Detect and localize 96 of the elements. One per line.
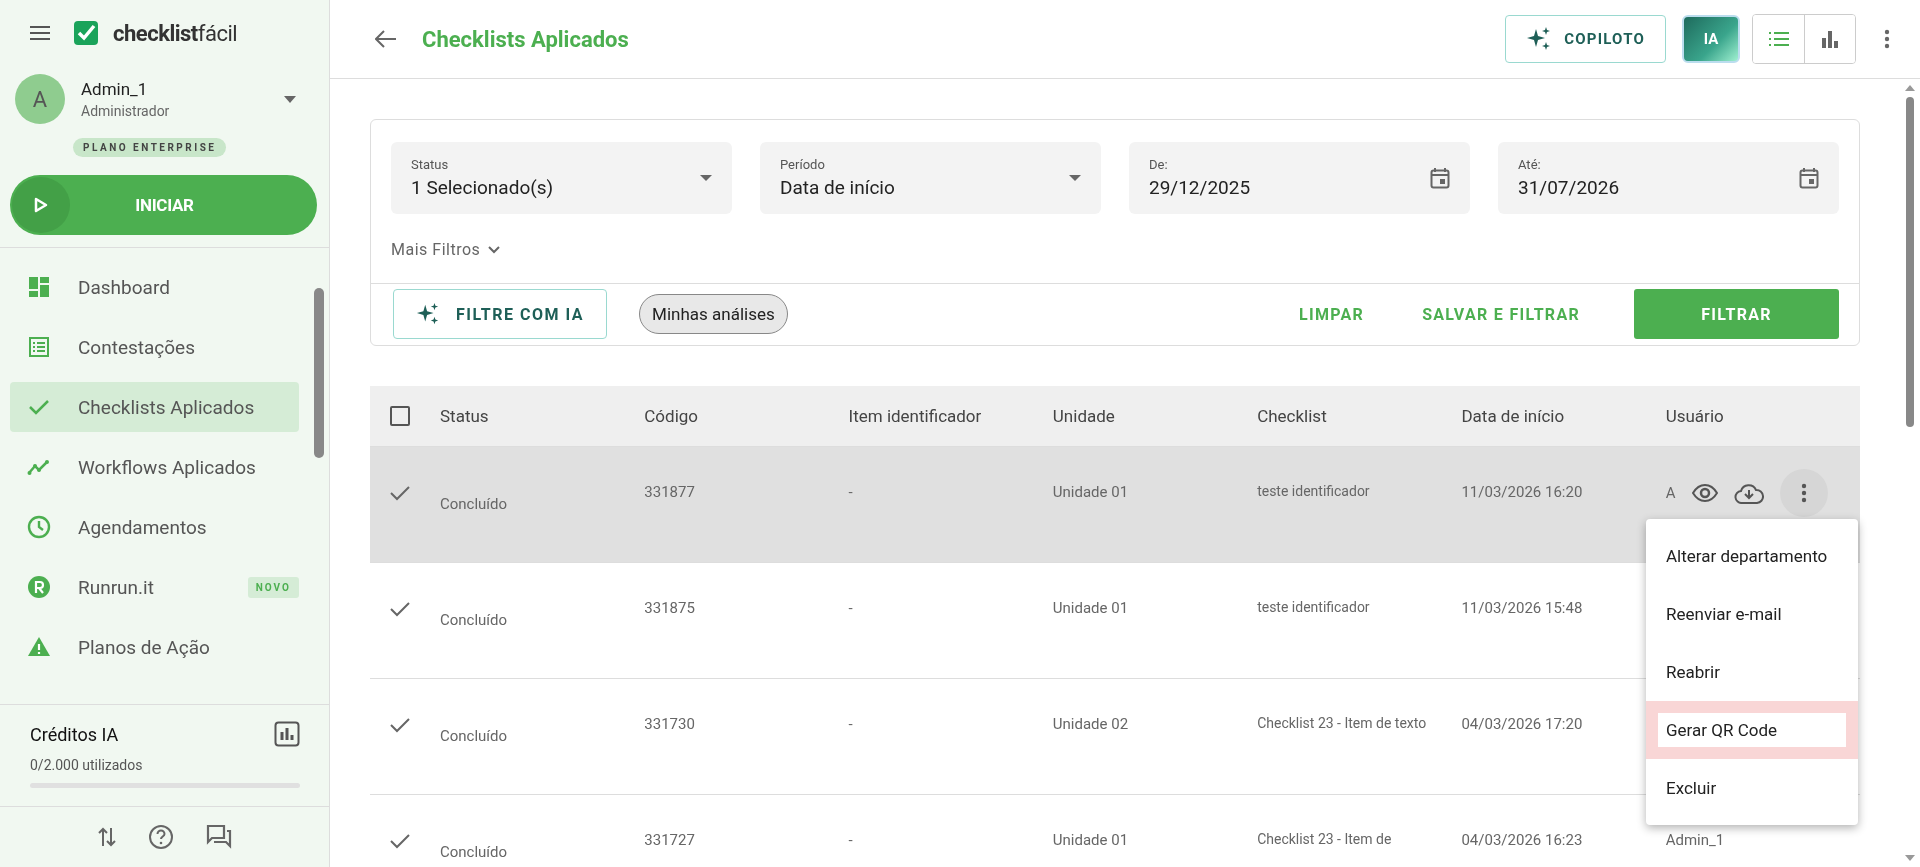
table-cell: 11/03/2026 16:20 [1461, 483, 1583, 501]
table-cell-text: Checklist 23 - Item de texto [1257, 714, 1428, 733]
eye-icon[interactable] [1691, 484, 1718, 502]
logo-text: checklistfácil [113, 20, 238, 46]
nav-item[interactable]: Checklists Aplicados [10, 382, 299, 432]
user-name: Admin_1 [81, 79, 149, 99]
more-options-icon[interactable] [1884, 29, 1890, 49]
date-field[interactable]: Até: 31/07/2026 [1498, 142, 1839, 214]
column-header[interactable]: Checklist [1247, 406, 1452, 426]
column-header[interactable]: Status [430, 406, 635, 426]
bar-chart-icon [1821, 30, 1839, 48]
dropdown-arrow-icon [700, 175, 712, 181]
more-filters-toggle[interactable]: Mais Filtros [391, 240, 501, 259]
nav-item[interactable]: Agendamentos [10, 502, 299, 552]
copilot-button[interactable]: COPILOTO [1505, 15, 1666, 63]
nav-item[interactable]: Runrun.it NOVO [10, 562, 299, 612]
table-cell: - [848, 483, 853, 501]
nav-item[interactable]: Dashboard [10, 262, 299, 312]
back-arrow-icon[interactable] [375, 30, 397, 48]
table-cell: Admin_1 [1665, 831, 1725, 849]
table-cell-text: teste identificador [1257, 598, 1371, 617]
nav-item[interactable]: Planos de Ação [10, 622, 299, 672]
clock-icon [27, 515, 51, 539]
menu-icon[interactable] [29, 25, 51, 41]
credits-title: Créditos IA [30, 723, 119, 745]
table-cell: 331727 [644, 831, 695, 849]
table-cell: 331877 [644, 483, 695, 501]
chart-view-button[interactable] [1804, 15, 1855, 63]
table-cell: 11/03/2026 15:48 [1461, 599, 1583, 617]
bar-chart-icon[interactable] [274, 721, 300, 747]
credits-usage: 0/2.000 utilizados [30, 757, 144, 773]
nav-item[interactable]: Workflows Aplicados [10, 442, 299, 492]
table-cell: - [848, 599, 853, 617]
chat-icon[interactable] [205, 824, 232, 850]
ai-filter-button[interactable]: FILTRE COM IA [393, 289, 608, 339]
list-icon [1768, 32, 1789, 46]
page-title: Checklists Aplicados [422, 26, 629, 52]
r-logo-icon [27, 575, 51, 599]
sparkle-icon [416, 302, 440, 326]
cloud-download-icon[interactable] [1733, 482, 1764, 504]
help-icon[interactable] [147, 824, 174, 850]
table-cell: Unidade 02 [1052, 715, 1129, 733]
row-menu-button[interactable] [1779, 469, 1828, 517]
scrollbar-thumb[interactable] [1906, 97, 1914, 427]
scroll-up-arrow-icon[interactable] [1905, 85, 1915, 91]
calendar-icon [1799, 167, 1819, 189]
table-cell-text: Checklist 23 - Item de [1257, 830, 1393, 849]
calendar-icon [1430, 167, 1450, 189]
menu-item[interactable]: Reenviar e-mail [1646, 585, 1858, 643]
scrollbar-thumb[interactable] [314, 288, 324, 458]
table-cell: - [848, 715, 853, 733]
checkmark-logo-icon [73, 20, 99, 46]
nav-item[interactable]: Contestações [10, 322, 299, 372]
column-header[interactable]: Unidade [1042, 406, 1248, 426]
user-role: Administrador [81, 103, 171, 119]
table-cell: A [1665, 484, 1676, 502]
table-cell-text: teste identificador [1257, 482, 1371, 501]
column-header[interactable]: Código [634, 406, 839, 426]
table-cell: Unidade 01 [1052, 599, 1129, 617]
check-icon [390, 485, 410, 501]
table-cell: Unidade 01 [1052, 831, 1129, 849]
check-icon [390, 833, 410, 849]
table-cell: - [848, 831, 853, 849]
table-cell: 331730 [644, 715, 695, 733]
check-icon [390, 717, 410, 733]
plan-badge: PLANO ENTERPRISE [73, 138, 227, 157]
table-cell: 331875 [644, 599, 695, 617]
table-cell: Concluído [440, 495, 508, 513]
table-cell: Concluído [440, 727, 508, 745]
chevron-down-icon [488, 245, 501, 254]
warning-icon [27, 635, 51, 659]
play-icon [34, 197, 48, 213]
select-field[interactable]: Status 1 Selecionado(s) [391, 142, 732, 214]
scroll-down-arrow-icon[interactable] [1905, 855, 1915, 861]
more-options-icon [1800, 483, 1807, 503]
dashboard-icon [27, 275, 51, 299]
caret-icon[interactable] [284, 95, 296, 103]
table-cell: Unidade 01 [1052, 483, 1129, 501]
menu-item[interactable]: Gerar QR Code [1646, 701, 1858, 759]
date-field[interactable]: De: 29/12/2025 [1129, 142, 1470, 214]
dropdown-arrow-icon [1069, 175, 1081, 181]
column-header[interactable]: Usuário [1655, 406, 1860, 426]
list-icon [27, 335, 51, 359]
new-badge: NOVO [247, 576, 299, 598]
table-cell: 04/03/2026 16:23 [1461, 831, 1583, 849]
select-all-checkbox[interactable] [390, 406, 410, 426]
column-header[interactable]: Item identificador [838, 406, 1043, 426]
table-cell: Concluído [440, 611, 508, 629]
check-icon [390, 601, 410, 617]
select-field[interactable]: Período Data de início [760, 142, 1101, 214]
column-header[interactable]: Data de início [1451, 406, 1656, 426]
saved-analyses-chip[interactable]: Minhas análises [639, 294, 788, 334]
swap-arrows-icon[interactable] [97, 826, 116, 848]
user-avatar: A [15, 74, 65, 124]
table-cell: Concluído [440, 843, 508, 861]
table-cell: 04/03/2026 17:20 [1461, 715, 1583, 733]
